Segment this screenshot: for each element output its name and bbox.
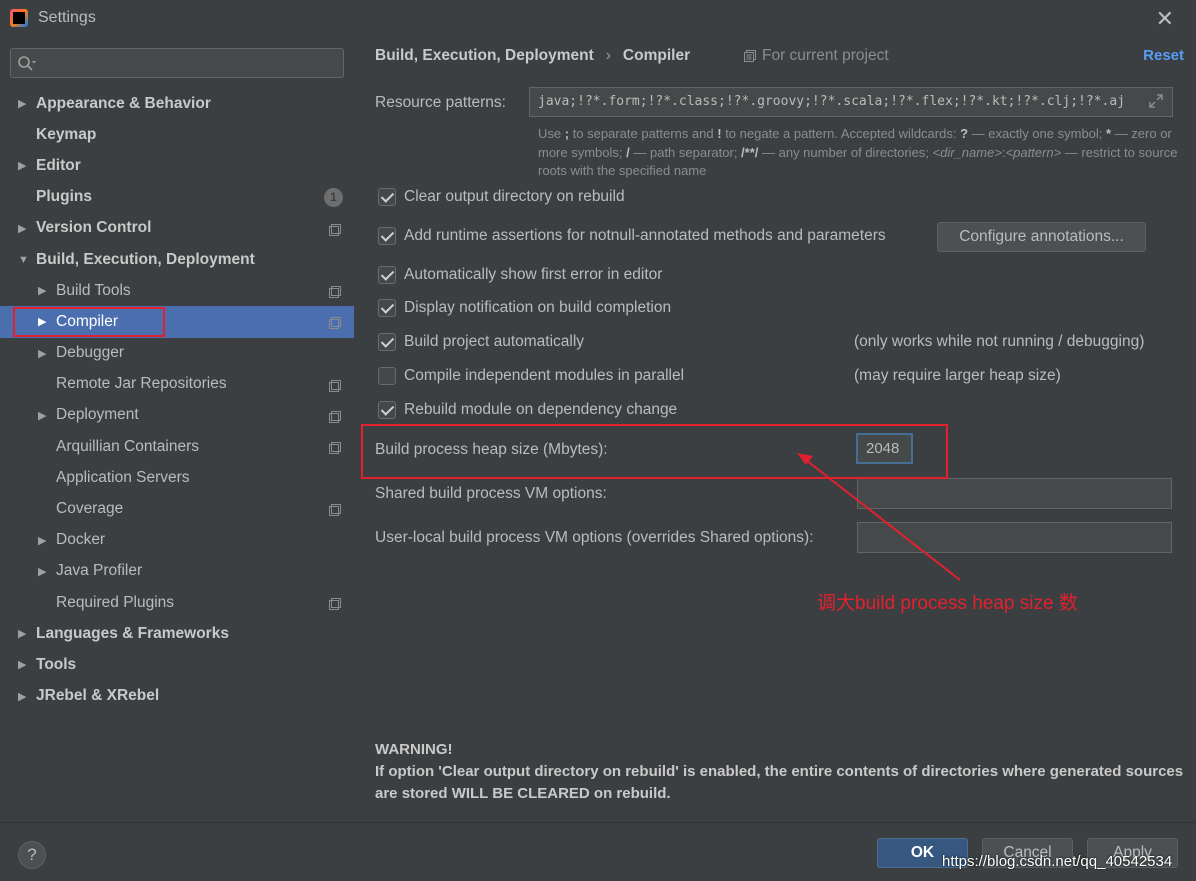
watermark: https://blog.csdn.net/qq_40542534 [942, 853, 1173, 870]
help-button[interactable]: ? [18, 841, 46, 869]
dialog-footer: ? OK Cancel Apply https://blog.csdn.net/… [0, 822, 1196, 881]
annotation-arrow [797, 453, 961, 581]
